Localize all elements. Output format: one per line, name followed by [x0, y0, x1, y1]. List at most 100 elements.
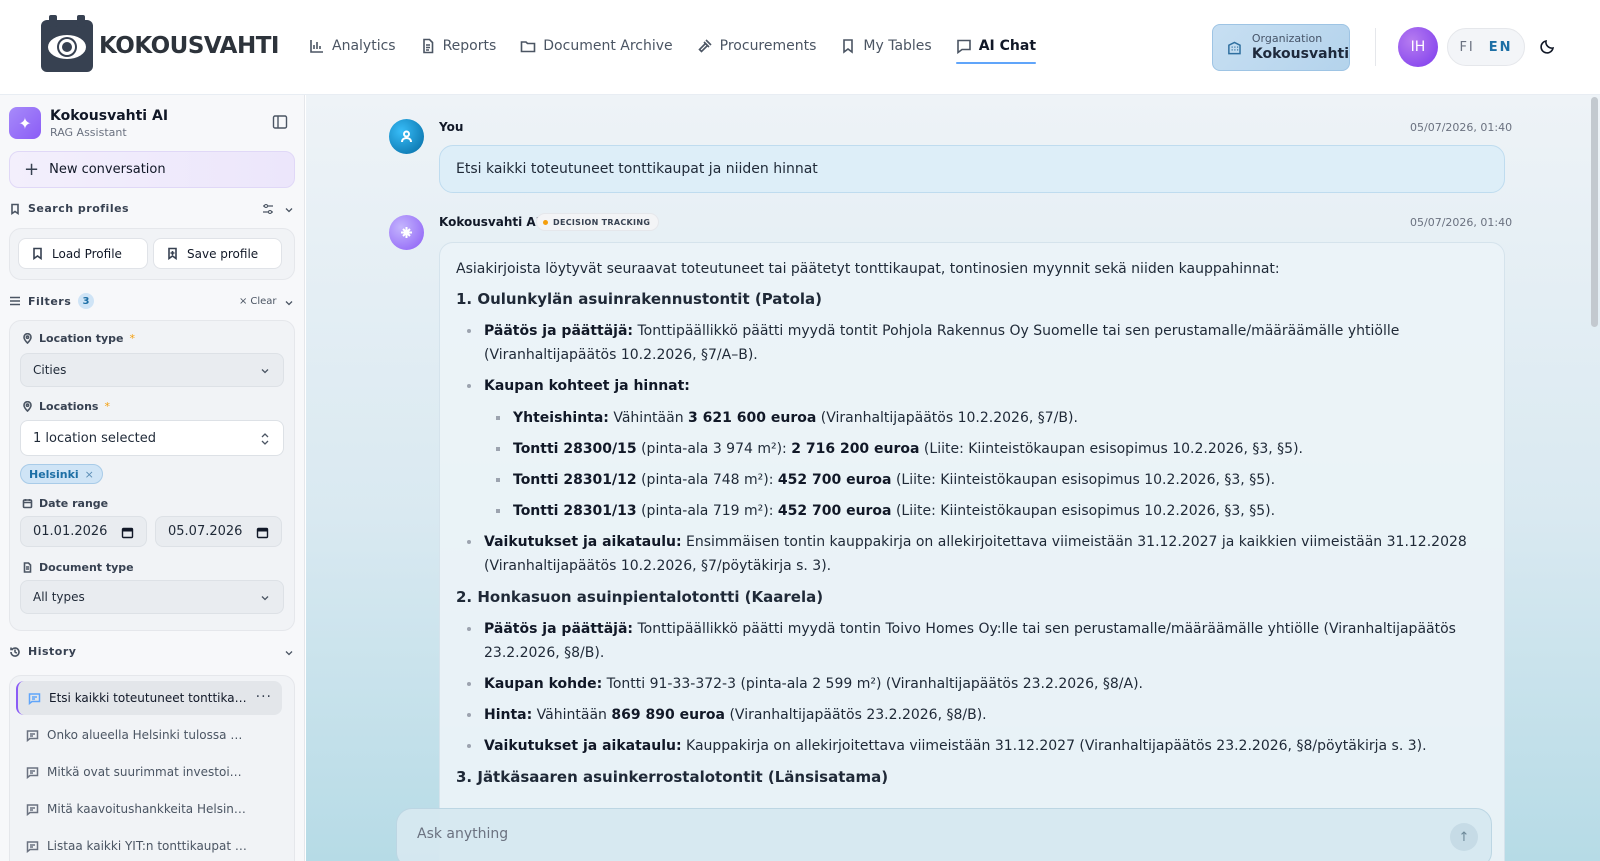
- chevron-down-icon[interactable]: [284, 205, 294, 215]
- list-item: Tontti 28301/13 (pinta-ala 719 m²): 452 …: [484, 499, 1488, 523]
- locations-label: Locations *: [22, 400, 110, 413]
- message-icon: [26, 840, 39, 853]
- decision-tracking-tag: DECISION TRACKING: [536, 213, 660, 231]
- date-from-input[interactable]: 01.01.2026: [20, 516, 147, 547]
- moon-icon[interactable]: [1539, 37, 1557, 55]
- required-mark: *: [129, 332, 136, 345]
- chat-composer[interactable]: Ask anything ↑: [396, 808, 1492, 861]
- sparkles-icon: ✦: [9, 107, 41, 139]
- nav-analytics[interactable]: Analytics: [309, 32, 396, 60]
- organization-switcher[interactable]: Organization Kokousvahti: [1212, 24, 1350, 71]
- nav-my-tables[interactable]: My Tables: [840, 32, 932, 60]
- nav-ai-chat[interactable]: AI Chat: [955, 32, 1037, 64]
- send-arrow-icon[interactable]: ↑: [1450, 823, 1478, 851]
- map-pin-icon: [23, 333, 32, 344]
- chevron-down-icon: [261, 369, 269, 374]
- collapse-sidebar-icon[interactable]: [272, 114, 288, 130]
- nav-document-archive[interactable]: Document Archive: [520, 32, 673, 60]
- list-item: Kaupan kohde: Tontti 91-33-372-3 (pinta-…: [456, 672, 1488, 696]
- gavel-icon: [698, 39, 712, 53]
- document-icon: [23, 562, 32, 573]
- calendar-icon: [256, 527, 269, 539]
- bar-chart-icon: [310, 40, 323, 53]
- assistant-header: ✦ Kokousvahti AI RAG Assistant: [9, 107, 299, 139]
- search-profiles-title: Search profiles: [28, 202, 130, 215]
- eye-calendar-logo-icon: [41, 15, 93, 72]
- message-icon: [28, 692, 41, 705]
- scrollbar[interactable]: [1591, 97, 1598, 327]
- location-type-select[interactable]: Cities: [20, 353, 284, 387]
- sliders-icon[interactable]: [262, 203, 274, 215]
- remove-chip-icon[interactable]: ×: [85, 468, 94, 481]
- calendar-icon: [22, 499, 33, 509]
- clear-filters-label: Clear: [250, 296, 277, 307]
- user-avatar[interactable]: IH: [1398, 27, 1438, 67]
- search-profiles-panel: Load Profile Save profile: [9, 228, 295, 280]
- list-item: Päätös ja päättäjä: Tonttipäällikkö päät…: [456, 617, 1488, 665]
- nav-label: Procurements: [719, 38, 817, 54]
- language-switcher: FI EN: [1447, 28, 1525, 66]
- building-icon: [1228, 41, 1241, 54]
- section-heading: 1. Oulunkylän asuinrakennustontit (Patol…: [456, 290, 823, 308]
- chevron-down-icon[interactable]: [284, 648, 294, 658]
- new-conversation-button[interactable]: + New conversation: [9, 151, 295, 188]
- plus-icon: +: [24, 158, 40, 180]
- divider: [1375, 28, 1376, 66]
- list-item: Tontti 28301/12 (pinta-ala 748 m²): 452 …: [484, 468, 1488, 492]
- bookmark-plus-icon: [168, 247, 177, 260]
- bookmark-icon: [843, 39, 854, 54]
- calendar-icon: [121, 527, 134, 539]
- nav-label: Document Archive: [543, 38, 673, 54]
- list-item: Kaupan kohteet ja hinnat: Yhteishinta: V…: [456, 374, 1488, 523]
- history-title: History: [28, 645, 77, 658]
- user-icon: [401, 130, 412, 143]
- more-options-icon[interactable]: ···: [256, 689, 272, 705]
- history-item[interactable]: Listaa kaikki YIT:n tonttikaupat i...: [16, 829, 282, 861]
- history-item[interactable]: Etsi kaikki toteutuneet tonttikaupat ja …: [16, 681, 282, 715]
- nav-label: AI Chat: [978, 38, 1037, 54]
- document-type-select[interactable]: All types: [20, 580, 284, 614]
- filters-panel: Location type * Cities Locations * 1 loc…: [9, 320, 295, 631]
- chat-icon: [956, 39, 971, 54]
- history-item[interactable]: Mitä kaavoitushankkeita Helsingissä: [16, 792, 282, 826]
- list-item: Hinta: Vähintään 869 890 euroa (Viranhal…: [456, 703, 1488, 727]
- history-item[interactable]: Onko alueella Helsinki tulossa uusia han…: [16, 718, 282, 752]
- save-profile-button[interactable]: Save profile: [153, 238, 282, 269]
- lang-fi[interactable]: FI: [1459, 40, 1474, 55]
- lang-en[interactable]: EN: [1489, 40, 1513, 55]
- document-icon: [422, 38, 433, 54]
- clear-filters-button[interactable]: × Clear: [239, 296, 277, 307]
- load-profile-button[interactable]: Load Profile: [18, 238, 148, 269]
- nav-procurements[interactable]: Procurements: [697, 32, 817, 60]
- history-list: Etsi kaikki toteutuneet tonttikaupat ja …: [9, 675, 295, 861]
- location-type-label: Location type *: [22, 332, 135, 345]
- history-header: History: [9, 645, 76, 658]
- assistant-title: Kokousvahti AI: [50, 108, 169, 124]
- list-item: Vaikutukset ja aikataulu: Ensimmäisen to…: [456, 530, 1488, 578]
- message-timestamp: 05/07/2026, 01:40: [1410, 216, 1513, 229]
- location-chip-helsinki: Helsinki ×: [20, 464, 103, 484]
- section-list: Päätös ja päättäjä: Tonttipäällikkö päät…: [456, 319, 1488, 578]
- user-avatar: [389, 119, 424, 154]
- message-icon: [26, 729, 39, 742]
- brand-logo[interactable]: KOKOUSVAHTI: [41, 15, 279, 72]
- bookmark-icon: [11, 203, 19, 215]
- filters-header: Filters 3: [9, 293, 95, 309]
- date-to-input[interactable]: 05.07.2026: [155, 516, 282, 547]
- main-nav: Analytics Reports Document Archive Procu…: [309, 32, 1037, 64]
- nav-reports[interactable]: Reports: [420, 32, 496, 60]
- sparkles-icon: [401, 227, 412, 238]
- list-filter-icon: [10, 296, 20, 306]
- chevron-down-icon[interactable]: [284, 298, 294, 308]
- list-item: Tontti 28300/15 (pinta-ala 3 974 m²): 2 …: [484, 437, 1488, 461]
- organization-name: Kokousvahti: [1251, 46, 1349, 62]
- date-to-value: 05.07.2026: [168, 524, 243, 539]
- organization-label: Organization: [1251, 32, 1323, 45]
- locations-multiselect[interactable]: 1 location selected: [20, 420, 284, 456]
- assistant-subtitle: RAG Assistant: [50, 126, 127, 139]
- status-dot-icon: [543, 219, 548, 225]
- history-item[interactable]: Mitkä ovat suurimmat investoinnit: [16, 755, 282, 789]
- section-heading: 2. Honkasuon asuinpientalotontti (Kaarel…: [456, 588, 824, 606]
- new-conversation-label: New conversation: [49, 162, 166, 177]
- list-item: Päätös ja päättäjä: Tonttipäällikkö päät…: [456, 319, 1488, 367]
